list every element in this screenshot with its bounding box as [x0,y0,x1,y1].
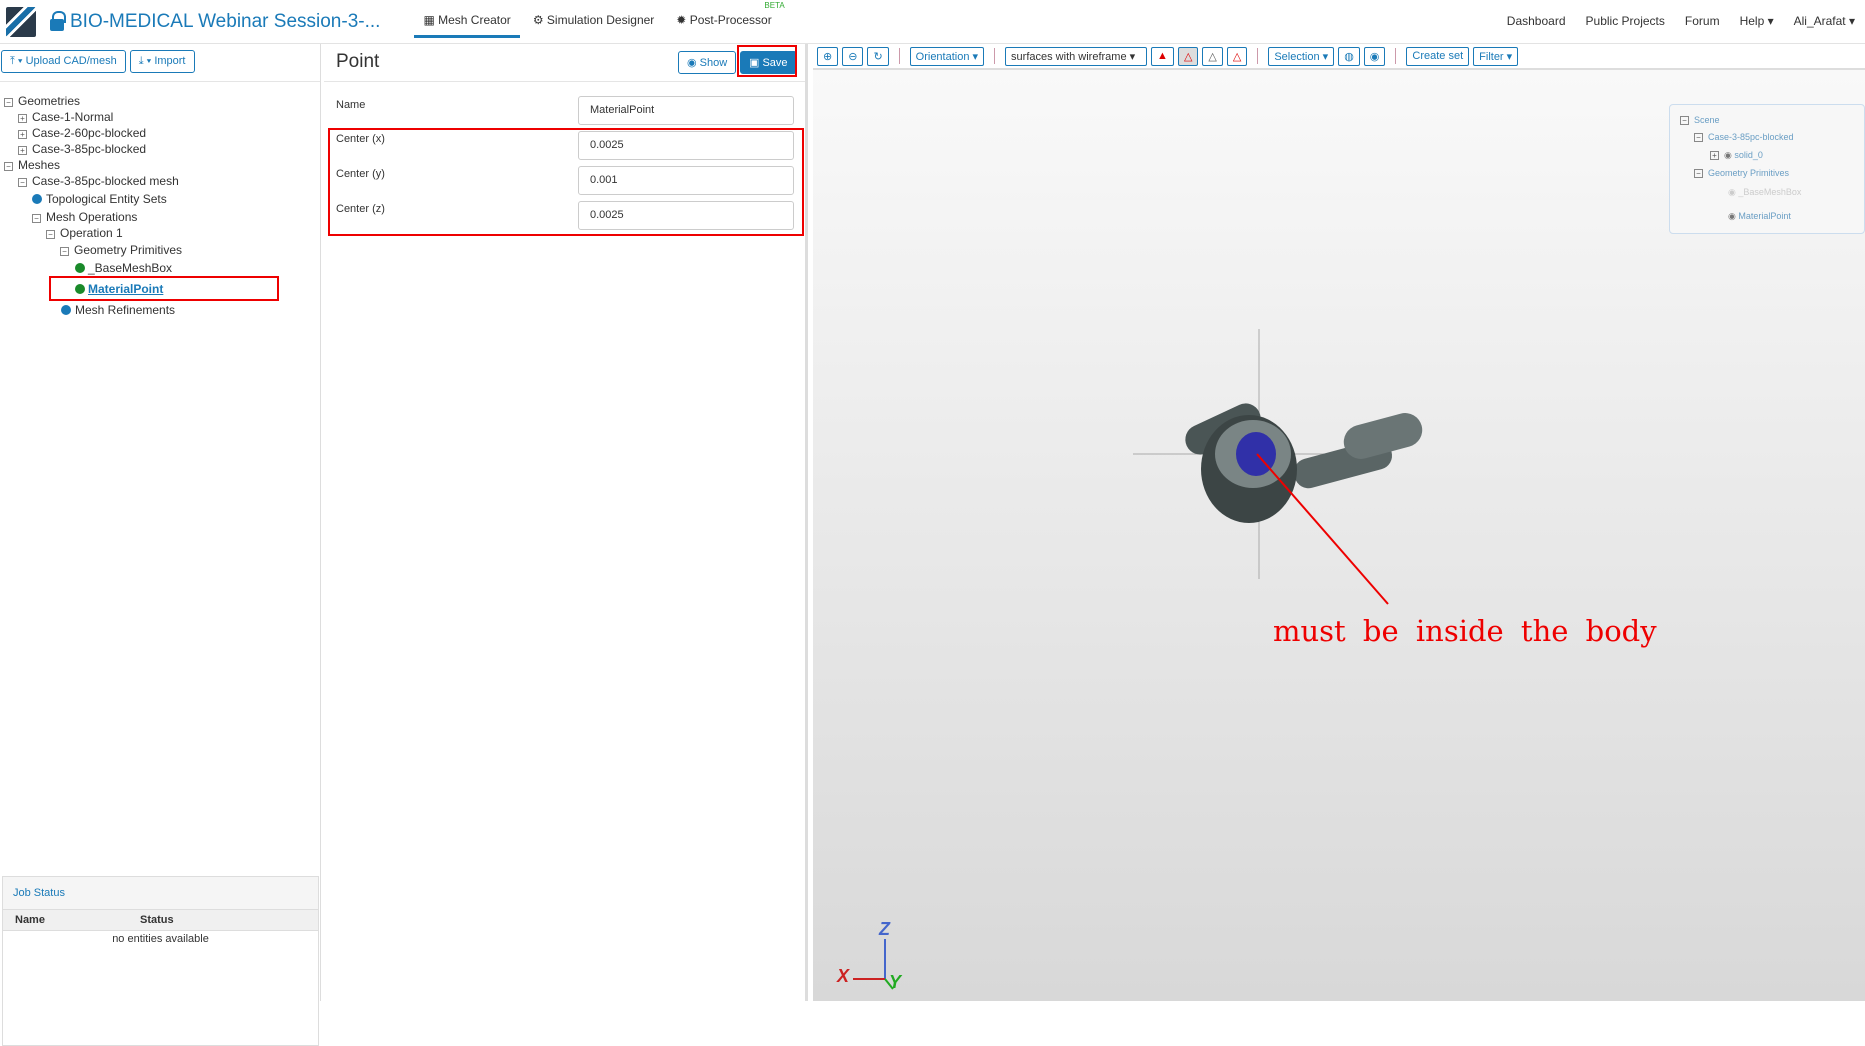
show-label: Show [699,57,728,69]
tree-operation-1[interactable]: − Operation 1 [46,225,123,241]
col-name: Name [15,914,45,926]
tree-label: Meshes [18,158,61,172]
z-axis-label: Z [879,919,890,939]
nav-help[interactable]: Help ▾ [1740,14,1774,28]
highlight-box [737,45,797,77]
tree-label: Mesh Refinements [75,303,176,317]
empty-message: no entities available [112,933,209,945]
tree-label: Case-2-60pc-blocked [32,126,147,140]
y-axis-label: Y [889,972,902,992]
collapse-icon[interactable]: − [18,178,27,187]
tree-label: Case-3-85pc-blocked [32,142,147,156]
collapse-icon[interactable]: − [46,230,55,239]
lock-icon [50,10,66,31]
form-title: Point [336,51,380,72]
tab-simulation-designer[interactable]: ⚙ Simulation Designer [524,5,663,38]
user-menu[interactable]: Ali_Arafat ▾ [1794,14,1855,28]
tree-meshes[interactable]: − Meshes [4,157,60,173]
tree-geometries[interactable]: − Geometries [4,93,80,109]
nav-public-projects[interactable]: Public Projects [1586,14,1665,28]
job-status-panel: Job Status Name Status no entities availa… [2,876,319,1046]
tree-label: Case-1-Normal [32,110,114,124]
highlight-box [328,128,804,236]
expand-icon[interactable]: + [18,114,27,123]
name-input[interactable]: MaterialPoint [578,96,794,125]
collapse-icon[interactable]: − [4,162,13,171]
highlight-box [49,276,279,301]
point-form-panel: Point ◉ Show ▣ Save Name MaterialPoint C… [324,44,808,1001]
collapse-icon[interactable]: − [4,98,13,107]
tree-label: Geometries [18,94,81,108]
node-icon [32,194,42,204]
tree-case-1[interactable]: + Case-1-Normal [18,109,113,125]
3d-viewer[interactable]: ⊕ ⊖ ↻ Orientation ▾ surfaces with wirefr… [813,44,1865,1001]
node-icon [61,305,71,315]
user-name: Ali_Arafat [1793,14,1846,28]
project-title: BIO-MEDICAL Webinar Session-3-... [50,10,381,33]
annotation-text: must be inside the body [1273,614,1657,648]
show-button[interactable]: ◉ Show [678,51,737,74]
job-status-title: Job Status [3,877,318,910]
tab-label: Mesh Creator [438,13,511,27]
left-panel: ⤒ ▾ Upload CAD/mesh ⤓ ▾ Import − Geometri… [0,44,321,1046]
tree-label: Geometry Primitives [74,243,183,257]
beta-badge: BETA [764,1,785,10]
upload-label: Upload CAD/mesh [25,55,117,67]
tree-basemeshbox[interactable]: _BaseMeshBox [75,260,172,276]
tree-case-3[interactable]: + Case-3-85pc-blocked [18,141,146,157]
x-axis-label: X [837,966,850,986]
tree-mesh-refinements[interactable]: Mesh Refinements [61,302,175,318]
tree-case-2[interactable]: + Case-2-60pc-blocked [18,125,146,141]
tab-mesh-creator[interactable]: ▦ Mesh Creator [414,5,520,38]
model-render [853,329,1423,990]
upload-cad-button[interactable]: ⤒ ▾ Upload CAD/mesh [1,50,126,73]
collapse-icon[interactable]: − [60,247,69,256]
tree-label: _BaseMeshBox [88,261,173,275]
collapse-icon[interactable]: − [32,214,41,223]
tree-mesh-operations[interactable]: − Mesh Operations [32,209,137,225]
tree-label: Operation 1 [60,226,123,240]
header: BIO-MEDICAL Webinar Session-3-... ▦ Mesh… [0,0,1865,44]
tab-label: Post-Processor [689,13,772,27]
tree-mesh[interactable]: − Case-3-85pc-blocked mesh [18,173,179,189]
project-title-text: BIO-MEDICAL Webinar Session-3-... [70,10,381,32]
expand-icon[interactable]: + [18,146,27,155]
nav-forum[interactable]: Forum [1685,14,1720,28]
tab-post-processor[interactable]: ✹ Post-Processor BETA [667,1,784,38]
tree-topological-sets[interactable]: Topological Entity Sets [32,191,167,207]
tab-label: Simulation Designer [546,13,655,27]
tree-label: Topological Entity Sets [46,192,167,206]
tree-geometry-primitives[interactable]: − Geometry Primitives [60,242,182,258]
import-button[interactable]: ⤓ ▾ Import [129,50,195,73]
col-status: Status [140,914,174,926]
import-label: Import [154,55,186,67]
expand-icon[interactable]: + [18,130,27,139]
app-logo[interactable] [6,6,36,37]
check-icon [75,263,85,273]
name-label: Name [336,99,366,111]
help-label: Help [1739,14,1765,28]
tree-label: Case-3-85pc-blocked mesh [32,174,179,188]
nav-dashboard[interactable]: Dashboard [1507,14,1566,28]
tree-label: Mesh Operations [46,210,138,224]
